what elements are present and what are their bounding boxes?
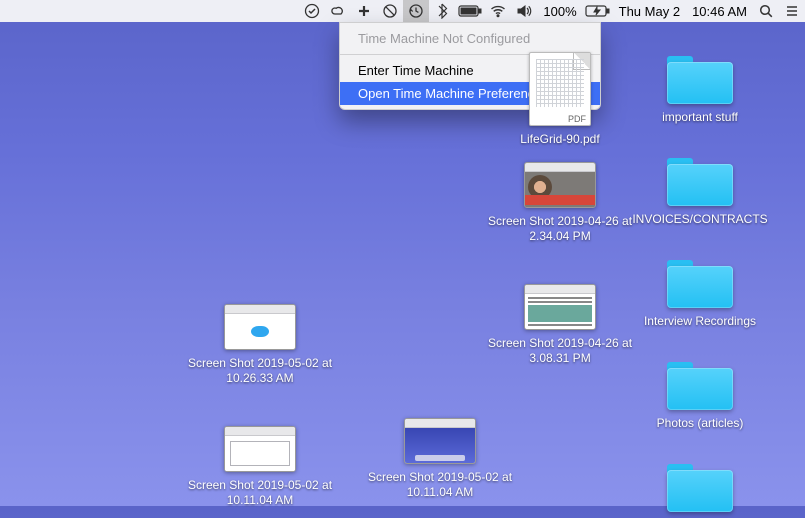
- menubar: 100% Thu May 2 10:46 AM: [0, 0, 805, 22]
- pdf-file-icon: PDF: [529, 52, 591, 126]
- plus-icon[interactable]: [351, 0, 377, 22]
- desktop-item[interactable]: Screen Shot 2019-04-26 at 3.08.31 PM: [485, 284, 635, 366]
- desktop-item-label: Screen Shot 2019-04-26 at 3.08.31 PM: [485, 336, 635, 366]
- spotlight-icon[interactable]: [753, 0, 779, 22]
- desktop-item-label: Interview Recordings: [644, 314, 756, 329]
- volume-icon[interactable]: [511, 0, 537, 22]
- desktop-item-label: Screen Shot 2019-05-02 at 10.11.04 AM: [365, 470, 515, 500]
- screenshot-thumbnail: [524, 162, 596, 208]
- screenshot-thumbnail: [404, 418, 476, 464]
- desktop-item-label: LifeGrid-90.pdf: [520, 132, 599, 147]
- desktop-item[interactable]: [625, 460, 775, 518]
- desktop-item[interactable]: INVOICES/CONTRACTS: [625, 154, 775, 227]
- menubar-date[interactable]: Thu May 2: [613, 4, 686, 19]
- time-machine-icon[interactable]: [403, 0, 429, 22]
- desktop-item-label: INVOICES/CONTRACTS: [632, 212, 767, 227]
- screenshot-thumbnail: [224, 426, 296, 472]
- menubar-time[interactable]: 10:46 AM: [686, 4, 753, 19]
- desktop-item[interactable]: important stuff: [625, 52, 775, 125]
- folder-icon: [667, 52, 733, 104]
- folder-icon: [667, 358, 733, 410]
- desktop-item[interactable]: Screen Shot 2019-05-02 at 10.11.04 AM: [365, 418, 515, 500]
- file-extension-label: PDF: [568, 114, 586, 124]
- desktop-item[interactable]: Photos (articles): [625, 358, 775, 431]
- wifi-icon[interactable]: [485, 0, 511, 22]
- desktop-item[interactable]: Screen Shot 2019-05-02 at 10.26.33 AM: [185, 304, 335, 386]
- desktop[interactable]: PDF LifeGrid-90.pdf important stuff Screen …: [0, 22, 805, 506]
- desktop-item-label: Screen Shot 2019-05-02 at 10.26.33 AM: [185, 356, 335, 386]
- folder-icon: [667, 460, 733, 512]
- battery-percent: 100%: [537, 4, 582, 19]
- bluetooth-icon[interactable]: [429, 0, 455, 22]
- folder-icon: [667, 256, 733, 308]
- screenshot-thumbnail: [224, 304, 296, 350]
- battery-charging-icon: [583, 0, 613, 22]
- desktop-item-label: Screen Shot 2019-04-26 at 2.34.04 PM: [485, 214, 635, 244]
- notification-center-icon[interactable]: [779, 0, 805, 22]
- desktop-item[interactable]: Interview Recordings: [625, 256, 775, 329]
- screenshot-thumbnail: [524, 284, 596, 330]
- desktop-item[interactable]: PDF LifeGrid-90.pdf: [485, 52, 635, 147]
- desktop-item-label: Screen Shot 2019-05-02 at 10.11.04 AM: [185, 478, 335, 508]
- checkmark-circle-icon[interactable]: [299, 0, 325, 22]
- folder-icon: [667, 154, 733, 206]
- desktop-item-label: important stuff: [662, 110, 738, 125]
- creative-cloud-icon[interactable]: [325, 0, 351, 22]
- desktop-item[interactable]: Screen Shot 2019-04-26 at 2.34.04 PM: [485, 162, 635, 244]
- desktop-item-label: Photos (articles): [657, 416, 744, 431]
- do-not-disturb-icon[interactable]: [377, 0, 403, 22]
- battery-icon[interactable]: [455, 0, 485, 22]
- desktop-item[interactable]: Screen Shot 2019-05-02 at 10.11.04 AM: [185, 426, 335, 508]
